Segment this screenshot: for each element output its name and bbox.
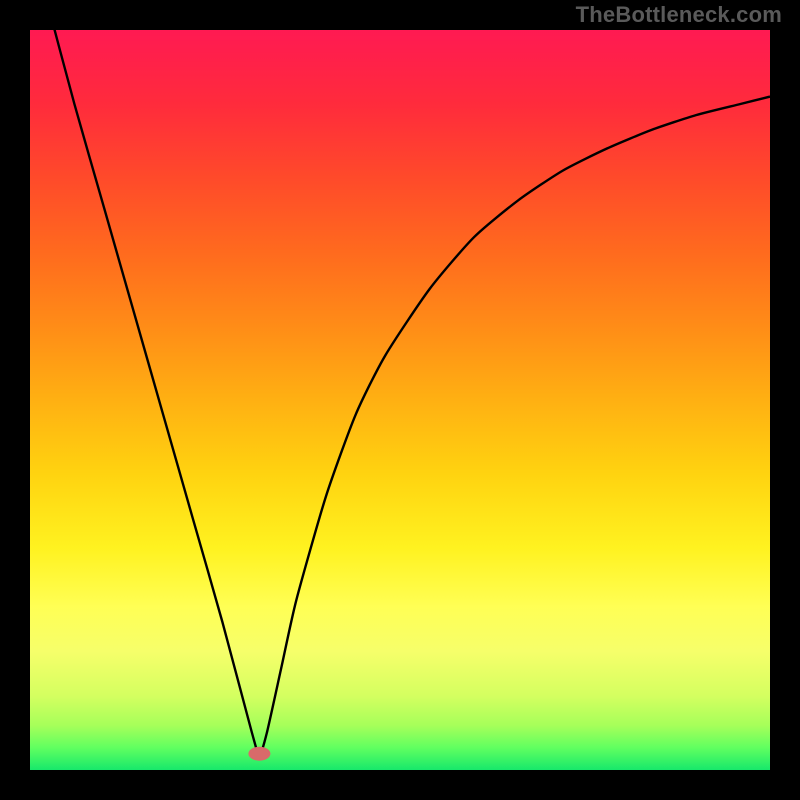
chart-frame: TheBottleneck.com: [0, 0, 800, 800]
bottleneck-chart: [30, 30, 770, 770]
optimal-point-marker: [248, 747, 270, 761]
watermark-text: TheBottleneck.com: [576, 2, 782, 28]
gradient-background: [30, 30, 770, 770]
plot-area: [30, 30, 770, 770]
